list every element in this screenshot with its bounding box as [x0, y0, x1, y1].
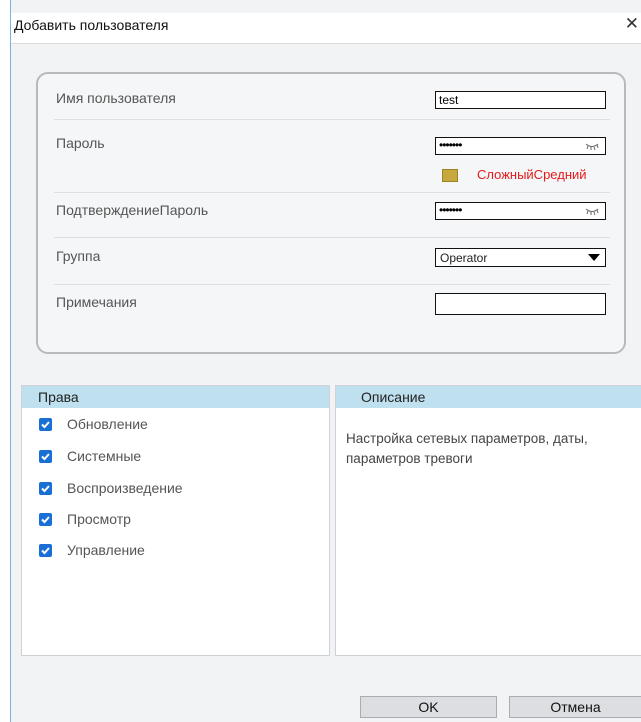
- divider: [54, 192, 610, 193]
- checkbox-checked-icon[interactable]: [39, 482, 52, 495]
- eye-off-icon[interactable]: [585, 142, 599, 150]
- confirm-password-input[interactable]: •••••••: [435, 202, 606, 220]
- password-strength: СложныйСредний: [438, 167, 618, 185]
- ok-button[interactable]: OK: [360, 696, 497, 718]
- checkbox-checked-icon[interactable]: [39, 450, 52, 463]
- notes-label: Примечания: [56, 294, 137, 310]
- checkbox-checked-icon[interactable]: [39, 544, 52, 557]
- divider: [54, 284, 610, 285]
- rights-header: Права: [22, 386, 329, 408]
- eye-off-icon[interactable]: [585, 207, 599, 215]
- cancel-button[interactable]: Отмена: [509, 696, 641, 718]
- description-header: Описание: [336, 386, 641, 408]
- permission-label: Воспроизведение: [67, 480, 183, 496]
- close-icon[interactable]: ✕: [625, 14, 639, 34]
- username-input[interactable]: test: [435, 91, 606, 109]
- title-bar: Добавить пользователя ✕: [11, 13, 641, 44]
- password-mask: •••••••: [439, 138, 462, 152]
- permission-label: Просмотр: [67, 511, 131, 527]
- permission-label: Системные: [67, 448, 142, 464]
- checkbox-checked-icon[interactable]: [39, 513, 52, 526]
- description-text: Настройка сетевых параметров, даты, пара…: [346, 431, 588, 466]
- user-form-panel: Имя пользователя test Пароль ••••••• Сло…: [36, 72, 626, 354]
- group-select-value: Operator: [440, 251, 488, 265]
- password-input[interactable]: •••••••: [435, 137, 606, 155]
- password-label: Пароль: [56, 135, 105, 151]
- strength-indicator: [442, 169, 458, 182]
- username-label: Имя пользователя: [56, 90, 176, 106]
- confirm-password-mask: •••••••: [439, 203, 462, 217]
- group-label: Группа: [56, 248, 101, 264]
- description-panel: Описание Настройка сетевых параметров, д…: [335, 385, 641, 656]
- divider: [54, 119, 610, 120]
- divider: [54, 237, 610, 238]
- rights-panel: Права Обновление Системные Воспроизведен…: [21, 385, 330, 656]
- strength-text: СложныйСредний: [477, 167, 587, 182]
- left-frame-line: [10, 0, 11, 722]
- permission-label: Обновление: [67, 416, 148, 432]
- confirm-password-label: ПодтверждениеПароль: [56, 202, 209, 218]
- add-user-dialog: Добавить пользователя ✕ Имя пользователя…: [0, 0, 641, 722]
- checkbox-checked-icon[interactable]: [39, 418, 52, 431]
- permission-label: Управление: [67, 542, 145, 558]
- group-select[interactable]: Operator: [435, 248, 606, 267]
- dialog-title: Добавить пользователя: [14, 17, 169, 33]
- notes-input[interactable]: [435, 293, 606, 315]
- dialog-footer: OK Отмена: [11, 680, 641, 722]
- chevron-down-icon: [588, 254, 600, 261]
